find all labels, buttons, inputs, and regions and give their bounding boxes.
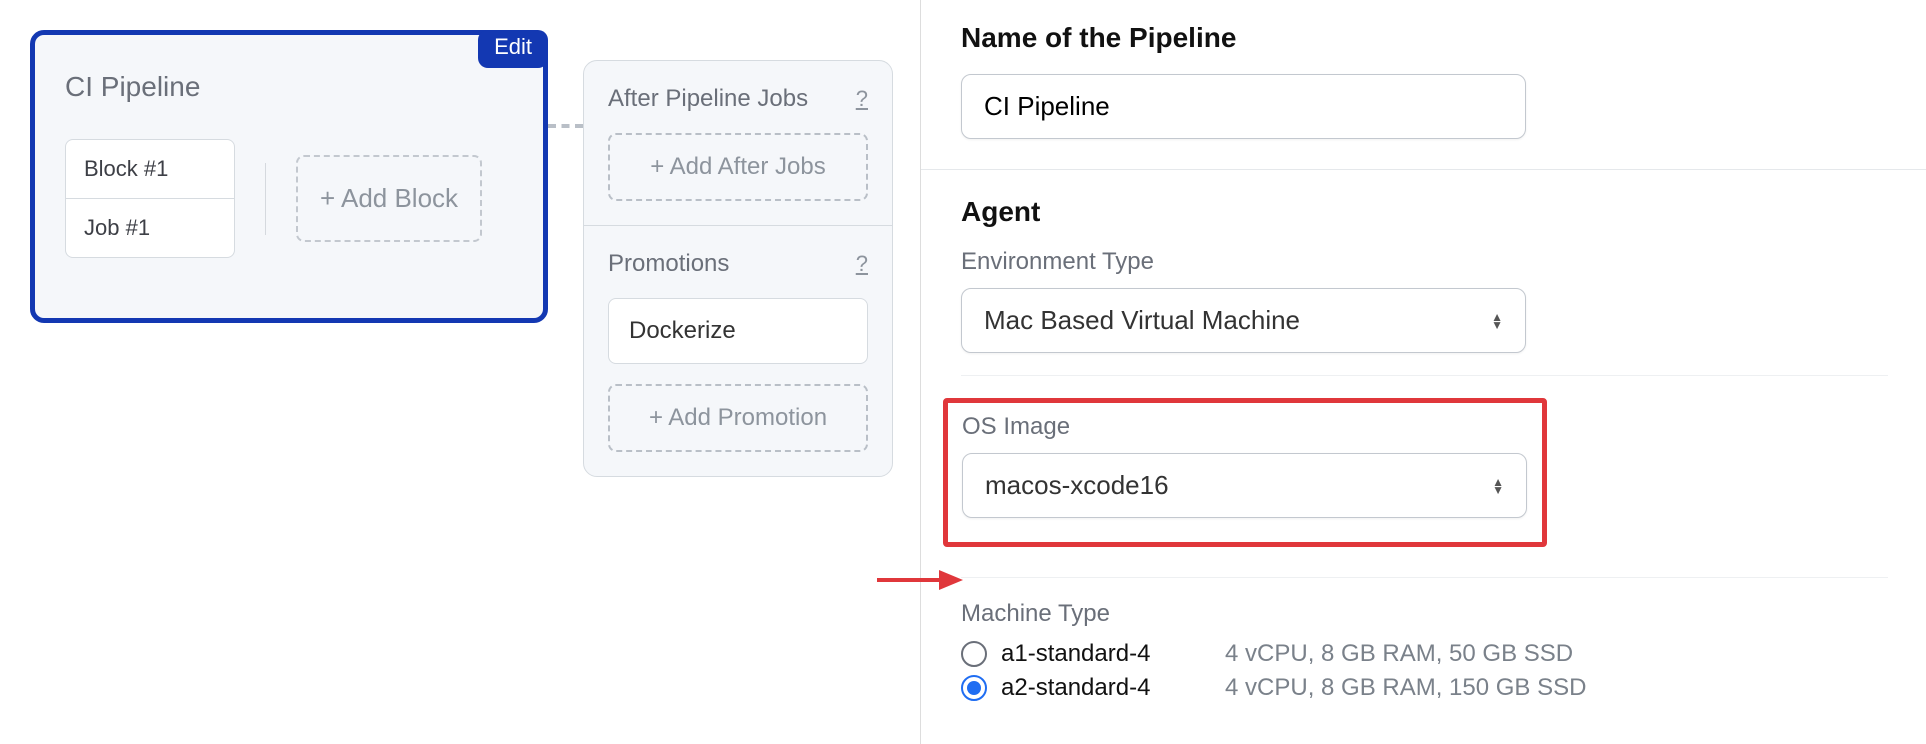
machine-option[interactable]: a2-standard-4 4 vCPU, 8 GB RAM, 150 GB S… — [961, 674, 1888, 702]
promotions-section: Promotions ? Dockerize + Add Promotion — [584, 226, 892, 476]
after-jobs-title: After Pipeline Jobs — [608, 85, 808, 113]
pipeline-title: CI Pipeline — [65, 71, 513, 103]
separator — [265, 163, 266, 235]
arrow-annotation-icon — [877, 565, 963, 595]
name-section-label: Name of the Pipeline — [961, 22, 1888, 54]
divider — [921, 169, 1926, 170]
pipeline-card[interactable]: Edit CI Pipeline Block #1 Job #1 + Add B… — [30, 30, 548, 323]
machine-spec: 4 vCPU, 8 GB RAM, 150 GB SSD — [1225, 674, 1586, 702]
machine-name: a2-standard-4 — [1001, 674, 1211, 702]
radio-unchecked-icon[interactable] — [961, 641, 987, 667]
machine-option[interactable]: a1-standard-4 4 vCPU, 8 GB RAM, 50 GB SS… — [961, 640, 1888, 668]
after-jobs-section: After Pipeline Jobs ? + Add After Jobs — [584, 61, 892, 226]
help-icon[interactable]: ? — [856, 251, 868, 277]
environment-type-value: Mac Based Virtual Machine — [984, 305, 1300, 336]
add-after-jobs-button[interactable]: + Add After Jobs — [608, 133, 868, 201]
block-name: Block #1 — [66, 140, 234, 199]
environment-type-select[interactable]: Mac Based Virtual Machine — [961, 288, 1526, 353]
machine-type-label: Machine Type — [961, 600, 1888, 628]
environment-type-label: Environment Type — [961, 248, 1888, 276]
add-promotion-button[interactable]: + Add Promotion — [608, 384, 868, 452]
edit-badge[interactable]: Edit — [478, 30, 548, 68]
connector-line — [548, 124, 583, 128]
side-stack: After Pipeline Jobs ? + Add After Jobs P… — [583, 60, 893, 477]
block-card[interactable]: Block #1 Job #1 — [65, 139, 235, 258]
add-block-button[interactable]: + Add Block — [296, 155, 482, 242]
pipeline-name-input[interactable] — [961, 74, 1526, 139]
divider — [961, 375, 1888, 376]
select-chevrons-icon — [1492, 478, 1504, 494]
os-image-highlight: OS Image macos-xcode16 — [943, 398, 1547, 547]
promotion-item[interactable]: Dockerize — [608, 298, 868, 364]
machine-spec: 4 vCPU, 8 GB RAM, 50 GB SSD — [1225, 640, 1573, 668]
help-icon[interactable]: ? — [856, 86, 868, 112]
machine-name: a1-standard-4 — [1001, 640, 1211, 668]
os-image-value: macos-xcode16 — [985, 470, 1169, 501]
select-chevrons-icon — [1491, 313, 1503, 329]
agent-section-label: Agent — [961, 196, 1888, 228]
promotions-title: Promotions — [608, 250, 729, 278]
divider — [961, 577, 1888, 578]
job-name: Job #1 — [66, 199, 234, 257]
radio-checked-icon[interactable] — [961, 675, 987, 701]
os-image-label: OS Image — [962, 413, 1528, 441]
os-image-select[interactable]: macos-xcode16 — [962, 453, 1527, 518]
